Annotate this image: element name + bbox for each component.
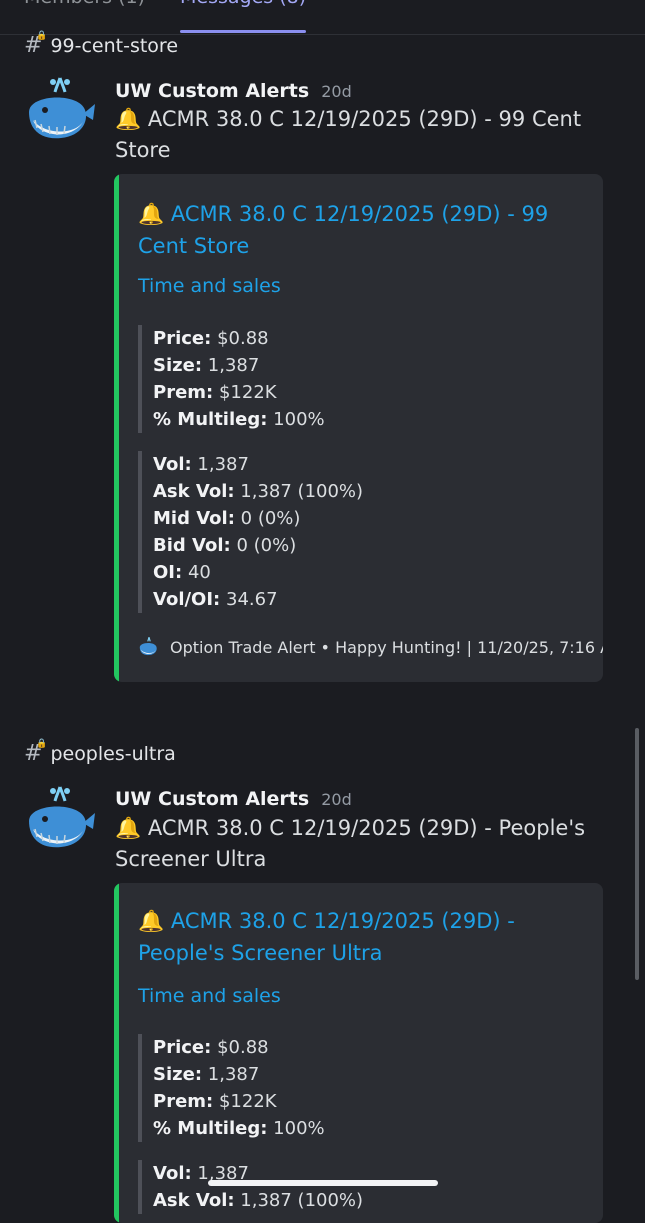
- stat-vol: Vol: 1,387: [153, 454, 249, 475]
- channel-name: 99-cent-store: [50, 34, 179, 57]
- trade-stats-block: Price: $0.88 Size: 1,387 Prem: $122K % M…: [138, 1034, 325, 1142]
- tab-messages-label: Messages: [180, 0, 273, 8]
- stat-oi: OI: 40: [153, 562, 211, 583]
- footer-text: Option Trade Alert • Happy Hunting! | 11…: [170, 637, 603, 657]
- whale-mini-icon: [139, 637, 157, 656]
- stat-ask-vol: Ask Vol: 1,387 (100%): [153, 481, 364, 502]
- alert-embed: 🔔 ACMR 38.0 C 12/19/2025 (29D) - People'…: [114, 883, 603, 1223]
- stat-size: Size: 1,387: [153, 355, 260, 376]
- scrollbar[interactable]: [635, 728, 639, 980]
- message-age: 20d: [321, 790, 352, 809]
- embed-footer: Option Trade Alert • Happy Hunting! | 11…: [138, 636, 603, 658]
- stat-prem: Prem: $122K: [153, 382, 277, 403]
- channel-name: peoples-ultra: [50, 742, 176, 765]
- stat-bid-vol: Bid Vol: 0 (0%): [153, 535, 297, 556]
- stat-vol-oi: Vol/OI: 34.67: [153, 589, 278, 610]
- tab-members-label: Members: [24, 0, 112, 8]
- channel-header-peoples-ultra[interactable]: # 🔒 peoples-ultra: [24, 739, 176, 766]
- message-author-line: UW Custom Alerts 20d: [115, 788, 352, 810]
- message-author-line: UW Custom Alerts 20d: [115, 80, 352, 102]
- search-tabs: Members (1) Messages (8): [0, 0, 645, 35]
- tab-messages-count: (8): [279, 0, 306, 8]
- stat-mid-vol: Mid Vol: 0 (0%): [153, 508, 301, 529]
- stat-prem: Prem: $122K: [153, 1091, 277, 1112]
- embed-title-link[interactable]: 🔔 ACMR 38.0 C 12/19/2025 (29D) - People'…: [138, 905, 578, 969]
- stat-ask-vol: Ask Vol: 1,387 (100%): [153, 1190, 364, 1211]
- stat-multileg: % Multileg: 100%: [153, 1118, 325, 1139]
- message-text: 🔔 ACMR 38.0 C 12/19/2025 (29D) - People'…: [115, 816, 586, 871]
- volume-stats-block: Vol: 1,387 Ask Vol: 1,387 (100%) Mid Vol…: [138, 451, 363, 613]
- volume-stats-block: Vol: 1,387 Ask Vol: 1,387 (100%): [138, 1160, 363, 1214]
- time-and-sales-link[interactable]: Time and sales: [138, 985, 281, 1007]
- trade-stats-block: Price: $0.88 Size: 1,387 Prem: $122K % M…: [138, 325, 325, 433]
- channel-header-99-cent-store[interactable]: # 🔒 99-cent-store: [24, 31, 179, 58]
- time-and-sales-link[interactable]: Time and sales: [138, 275, 281, 297]
- author-name[interactable]: UW Custom Alerts: [115, 788, 309, 810]
- whale-avatar-icon[interactable]: [23, 74, 97, 148]
- stat-price: Price: $0.88: [153, 328, 269, 349]
- stat-size: Size: 1,387: [153, 1064, 260, 1085]
- message-age: 20d: [321, 82, 352, 101]
- hash-icon: # 🔒: [24, 31, 48, 58]
- author-name[interactable]: UW Custom Alerts: [115, 80, 309, 102]
- stat-multileg: % Multileg: 100%: [153, 409, 325, 430]
- home-indicator[interactable]: [208, 1180, 438, 1186]
- stat-price: Price: $0.88: [153, 1037, 269, 1058]
- whale-avatar-icon[interactable]: [23, 783, 97, 857]
- tab-members[interactable]: Members (1): [24, 0, 145, 8]
- message-text: 🔔 ACMR 38.0 C 12/19/2025 (29D) - 99 Cent…: [115, 107, 582, 162]
- embed-title-link[interactable]: 🔔 ACMR 38.0 C 12/19/2025 (29D) - 99 Cent…: [138, 198, 578, 262]
- tab-messages[interactable]: Messages (8): [180, 0, 306, 8]
- tab-members-count: (1): [118, 0, 145, 8]
- hash-icon: # 🔒: [24, 739, 48, 766]
- active-tab-indicator: [180, 30, 306, 33]
- alert-embed: 🔔 ACMR 38.0 C 12/19/2025 (29D) - 99 Cent…: [114, 174, 603, 682]
